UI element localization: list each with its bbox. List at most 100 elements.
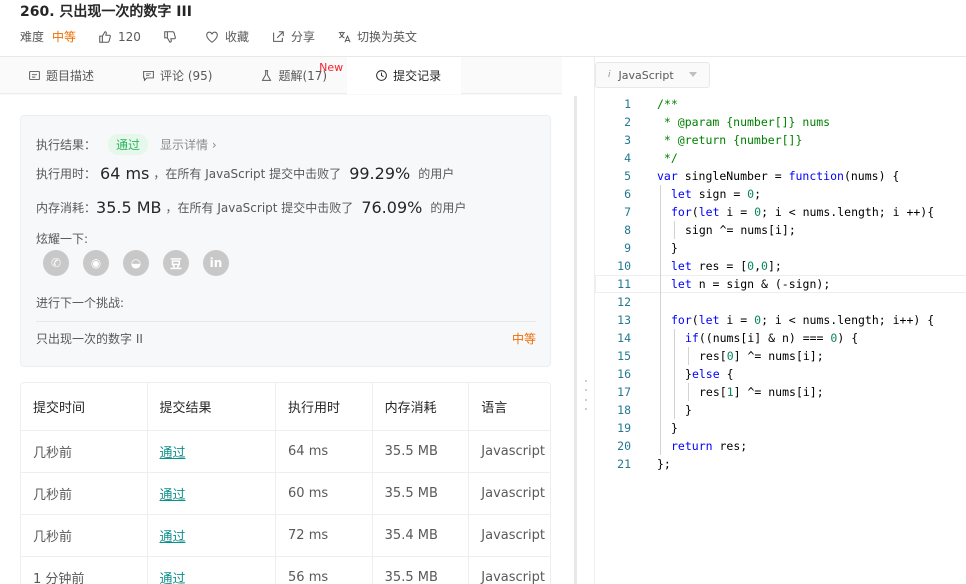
code-text: * @return {number[]} <box>657 131 802 149</box>
indent-guide <box>660 185 661 203</box>
code-token: res[ <box>699 349 727 363</box>
next-challenge-title[interactable]: 只出现一次的数字 II <box>36 330 143 347</box>
result-link[interactable]: 通过 <box>160 442 186 461</box>
indent-guide <box>660 329 661 347</box>
code-token: for <box>671 205 692 219</box>
memory-users: 的用户 <box>430 201 467 215</box>
code-line[interactable]: 7 for(let i = 0; i < nums.length; i ++){ <box>595 203 966 221</box>
qq-icon[interactable]: ◒ <box>123 250 149 276</box>
code-token: ( <box>691 313 699 327</box>
code-token: ((nums[i] & n) === <box>698 331 831 345</box>
code-line[interactable]: 20 return res; <box>595 437 966 455</box>
tab-comments[interactable]: 评论 (95) <box>114 57 232 94</box>
code-line[interactable]: 8 sign ^= nums[i]; <box>595 221 966 239</box>
line-number: 13 <box>617 313 631 327</box>
code-token: (nums) { <box>843 169 900 183</box>
code-token: */ <box>657 151 678 165</box>
code-token: 0 <box>726 349 734 363</box>
tab-solutions[interactable]: 题解(17) New <box>232 57 347 94</box>
code-line[interactable]: 9} <box>595 239 966 257</box>
code-line[interactable]: 13 for(let i = 0; i < nums.length; i++) { <box>595 311 966 329</box>
left-scrollbar[interactable] <box>574 96 577 584</box>
code-line[interactable]: 12 <box>595 293 966 311</box>
code-token: /** <box>657 97 678 111</box>
code-line[interactable]: 14 if((nums[i] & n) === 0) { <box>595 329 966 347</box>
code-token: * @return {number[]} <box>657 133 803 147</box>
code-token: 1 <box>726 385 734 399</box>
dislike-button[interactable] <box>163 30 183 44</box>
linkedin-icon[interactable]: in <box>203 250 229 276</box>
indent-guide <box>660 203 661 221</box>
line-number: 4 <box>624 151 631 165</box>
flask-icon <box>262 70 272 81</box>
chevron-down-icon <box>689 72 697 77</box>
switch-language-button[interactable]: 切换为英文 <box>337 28 417 45</box>
exec-result-label: 执行结果： <box>36 138 97 152</box>
code-token: res; <box>712 439 748 453</box>
tab-description[interactable]: 题目描述 <box>0 57 114 94</box>
code-token: ; i < nums.length; i ++){ <box>761 205 935 219</box>
indent-guide <box>674 383 675 401</box>
code-line[interactable]: 18} <box>595 401 966 419</box>
language-select[interactable]: i JavaScript <box>595 62 710 88</box>
code-text: let sign = 0; <box>671 185 761 203</box>
translate-icon <box>338 31 351 42</box>
tab-bar: 题目描述 评论 (95) 题解(17) New 提交记录 <box>0 57 562 94</box>
code-line[interactable]: 15 res[0] ^= nums[i]; <box>595 347 966 365</box>
code-token: ]; <box>767 259 782 273</box>
code-token: i = <box>719 313 755 327</box>
code-line[interactable]: 4 */ <box>595 149 966 167</box>
line-number: 12 <box>617 295 631 309</box>
code-line[interactable]: 3 * @return {number[]} <box>595 131 966 149</box>
result-link[interactable]: 通过 <box>160 526 186 545</box>
share-label: 分享 <box>290 30 315 44</box>
next-challenge-difficulty: 中等 <box>511 332 536 346</box>
line-number: 15 <box>617 349 631 363</box>
runtime-percent: 99.29% <box>349 164 411 183</box>
code-token: ) { <box>837 331 859 345</box>
code-line[interactable]: 10 let res = [0,0]; <box>595 257 966 275</box>
code-line[interactable]: 2 * @param {number[]} nums <box>595 113 966 131</box>
col-time: 提交时间 <box>21 383 148 430</box>
code-line[interactable]: 16}else { <box>595 365 966 383</box>
favorite-button[interactable]: 收藏 <box>205 28 249 45</box>
code-line[interactable]: 1 /** <box>595 95 966 113</box>
code-line[interactable]: 11 let n = sign & (-sign); <box>595 275 966 293</box>
code-line[interactable]: 21}; <box>595 455 966 473</box>
result-link[interactable]: 通过 <box>160 568 186 584</box>
weibo-icon[interactable]: ◉ <box>83 250 109 276</box>
code-line[interactable]: 19} <box>595 419 966 437</box>
indent-guide <box>660 221 661 239</box>
divider <box>36 321 536 322</box>
tab-submissions[interactable]: 提交记录 <box>347 57 462 94</box>
douban-icon[interactable]: 豆 <box>163 250 189 276</box>
code-text: */ <box>657 149 678 167</box>
line-number: 11 <box>617 277 631 291</box>
code-line[interactable]: 17 res[1] ^= nums[i]; <box>595 383 966 401</box>
code-token: let <box>671 259 692 273</box>
line-number: 1 <box>624 97 631 111</box>
result-card: 执行结果： 通过 显示详情 › 执行用时： 64 ms ，在所有 JavaScr… <box>20 115 551 367</box>
cell-runtime: 64 ms <box>276 431 373 472</box>
code-line[interactable]: 5 var singleNumber = function(nums) { <box>595 167 966 185</box>
heart-icon <box>206 31 218 43</box>
code-token: let <box>698 205 720 219</box>
result-link[interactable]: 通过 <box>160 484 186 503</box>
like-button[interactable]: 120 <box>98 30 141 44</box>
wechat-icon[interactable]: ✆ <box>43 250 69 276</box>
exec-result-row: 执行结果： 通过 显示详情 › <box>36 134 217 155</box>
code-text: let res = [0,0]; <box>671 257 782 275</box>
code-token: res[ <box>699 385 727 399</box>
show-details-link[interactable]: 显示详情 › <box>160 136 217 153</box>
code-line[interactable]: 6 let sign = 0; <box>595 185 966 203</box>
cell-time: 几秒前 <box>21 515 148 556</box>
code-editor[interactable]: 1 /** 2 * @param {number[]} nums 3 * @retur… <box>595 95 966 473</box>
code-text: * @param {number[]} nums <box>657 113 830 131</box>
code-token: ( <box>691 205 699 219</box>
code-token: var <box>657 169 678 183</box>
runtime-row: 执行用时： 64 ms ，在所有 JavaScript 提交中击败了 99.29… <box>36 164 454 183</box>
share-button[interactable]: 分享 <box>271 28 315 45</box>
code-text: /** <box>657 95 678 113</box>
next-challenge-item[interactable]: 只出现一次的数字 II 中等 <box>36 330 536 347</box>
panel-resize-handle[interactable] <box>585 380 588 410</box>
